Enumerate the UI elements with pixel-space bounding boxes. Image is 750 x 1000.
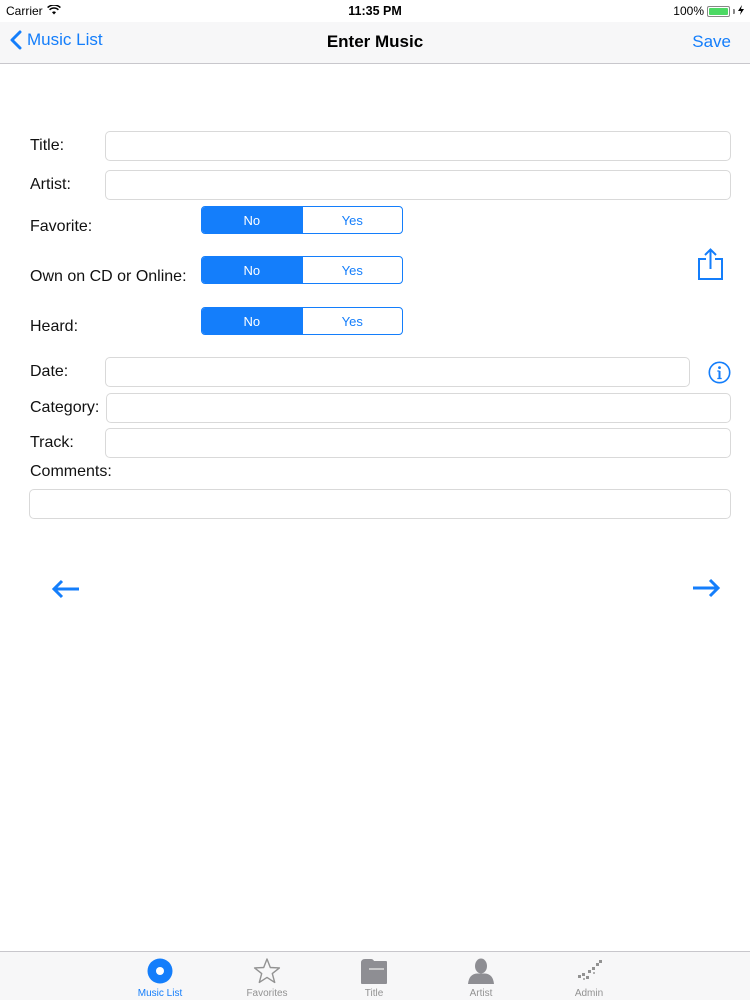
info-icon[interactable]	[708, 361, 731, 389]
heard-yes-segment[interactable]: Yes	[301, 308, 403, 334]
status-time: 11:35 PM	[348, 4, 402, 18]
tab-music-list[interactable]: Music List	[125, 954, 195, 1000]
charging-icon	[738, 4, 744, 18]
tab-music-list-label: Music List	[137, 988, 183, 999]
navigation-bar: Music List Enter Music Save	[0, 22, 750, 64]
page-title: Enter Music	[326, 32, 424, 51]
battery-percent: 100%	[673, 4, 704, 18]
share-icon[interactable]	[697, 248, 724, 286]
category-label: Category:	[30, 399, 100, 416]
enter-music-screen: Carrier 11:35 PM 100% Music List Enter M…	[0, 0, 750, 1000]
favorite-yes-segment[interactable]: Yes	[301, 207, 403, 233]
artist-field[interactable]	[105, 170, 731, 200]
own-no-segment[interactable]: No	[202, 257, 302, 283]
arrow-left-icon[interactable]	[51, 578, 81, 605]
title-field[interactable]	[105, 131, 731, 161]
battery-tip	[733, 8, 735, 14]
own-yes-segment[interactable]: Yes	[301, 257, 403, 283]
arrow-right-icon[interactable]	[691, 577, 721, 604]
favorite-label: Favorite:	[30, 218, 93, 235]
own-segmented-control: No Yes	[201, 256, 403, 284]
heard-label: Heard:	[30, 318, 79, 335]
battery-icon	[707, 5, 730, 17]
date-field[interactable]	[105, 357, 690, 387]
status-right: 100%	[673, 4, 744, 18]
title-label: Title:	[30, 137, 65, 154]
tab-title[interactable]: Title	[339, 954, 409, 1000]
tab-bar: Music List Favorites Title Artist Admin	[0, 951, 750, 1000]
tab-artist[interactable]: Artist	[446, 954, 516, 1000]
tab-favorites[interactable]: Favorites	[232, 954, 302, 1000]
person-icon	[468, 958, 494, 984]
tab-admin-label: Admin	[574, 988, 604, 999]
comments-label: Comments:	[30, 463, 112, 480]
heard-segmented-control: No Yes	[201, 307, 403, 335]
category-field[interactable]	[106, 393, 731, 423]
tab-artist-label: Artist	[469, 988, 493, 999]
favorite-no-segment[interactable]: No	[202, 207, 302, 233]
heard-no-segment[interactable]: No	[202, 308, 302, 334]
star-icon	[253, 958, 281, 984]
tab-admin[interactable]: Admin	[554, 954, 624, 1000]
comments-field[interactable]	[29, 489, 731, 519]
status-bar: Carrier 11:35 PM 100%	[0, 0, 750, 22]
track-label: Track:	[30, 434, 74, 451]
disc-icon	[147, 958, 173, 984]
artist-label: Artist:	[30, 176, 71, 193]
favorite-segmented-control: No Yes	[201, 206, 403, 234]
tab-favorites-label: Favorites	[246, 988, 288, 999]
date-label: Date:	[30, 363, 69, 380]
admin-icon	[578, 960, 602, 980]
own-label: Own on CD or Online:	[30, 268, 187, 285]
track-field[interactable]	[105, 428, 731, 458]
tab-title-label: Title	[364, 988, 384, 999]
folder-icon	[361, 959, 387, 984]
save-button[interactable]: Save	[692, 32, 731, 52]
